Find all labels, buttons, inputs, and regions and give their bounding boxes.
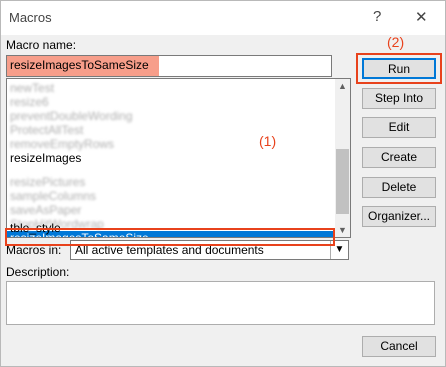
edit-button[interactable]: Edit [362,117,436,138]
description-box [6,281,435,325]
cancel-button[interactable]: Cancel [362,336,436,357]
scroll-thumb[interactable] [336,149,349,214]
list-item[interactable]: removeEmptyRows [10,137,114,151]
step-into-button[interactable]: Step Into [362,88,436,109]
macro-name-input[interactable]: resizeImagesToSameSize [6,55,332,77]
list-item[interactable]: newTest [10,81,54,95]
list-item[interactable]: ProtectAllTest [10,123,83,137]
macros-dialog: Macros ? ✕ Macro name: resizeImagesToSam… [0,0,446,367]
organizer-button[interactable]: Organizer... [362,206,436,227]
scroll-down-icon[interactable]: ▼ [335,225,350,235]
scroll-up-icon[interactable]: ▲ [335,81,350,91]
close-icon[interactable]: ✕ [415,8,428,26]
description-label: Description: [6,265,70,279]
dialog-title: Macros [9,10,52,25]
title-bar: Macros ? ✕ [1,1,445,35]
list-item[interactable]: saveAsPaper [10,203,81,217]
annotation-label-2: (2) [387,34,405,50]
list-item[interactable]: resizeImages [10,151,81,165]
list-scrollbar[interactable]: ▲ ▼ [335,79,350,237]
run-button[interactable]: Run [362,58,436,79]
list-item[interactable]: resize6 [10,95,49,109]
macro-name-label: Macro name: [6,38,77,52]
macro-name-value: resizeImagesToSameSize [10,58,149,72]
create-button[interactable]: Create [362,147,436,168]
list-item[interactable]: preventDoubleWording [10,109,133,123]
macro-list[interactable]: newTest resize6 preventDoubleWording Pro… [6,78,351,238]
annotation-label-1: (1) [259,133,277,149]
selected-item-annotation-box [5,228,335,246]
list-item[interactable]: sampleColumns [10,189,96,203]
list-item[interactable]: resizePictures [10,175,85,189]
help-button[interactable]: ? [373,8,381,25]
delete-button[interactable]: Delete [362,177,436,198]
